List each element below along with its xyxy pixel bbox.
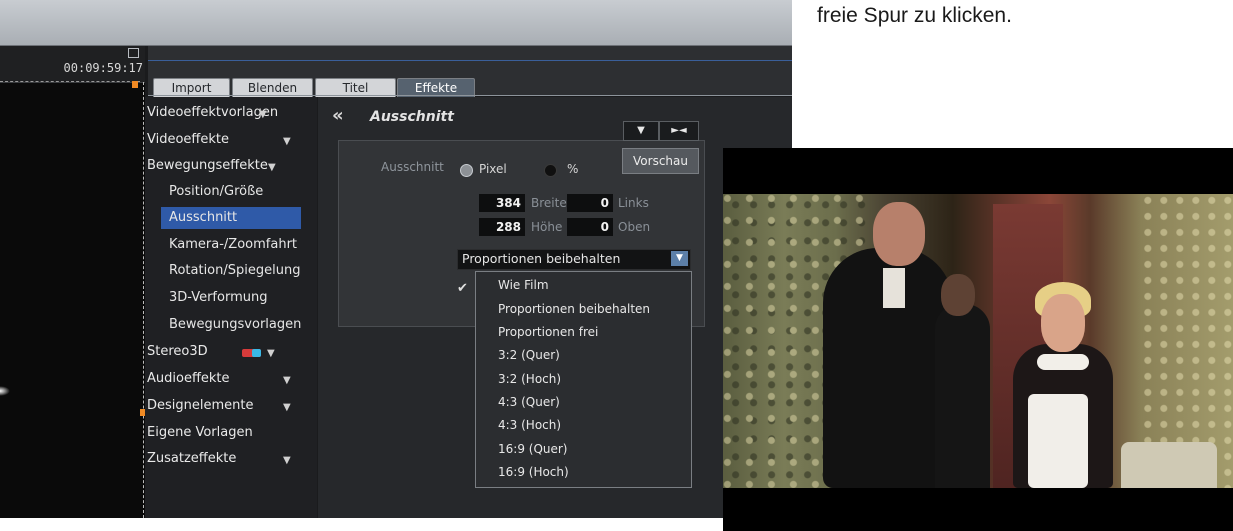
sub-ausschnitt[interactable]: Ausschnitt [169,210,237,225]
down-arrow-button[interactable]: ▼ [623,121,659,141]
maid-head [1041,294,1085,352]
chevron-down-icon[interactable]: ▼ [267,348,275,359]
maximize-icon[interactable] [128,48,139,58]
dropdown-option[interactable]: 4:3 (Hoch) [498,418,561,432]
stereo-glasses-icon [242,349,261,357]
percent-radio[interactable] [544,164,557,177]
timeline-ruler [0,81,140,82]
back-icon[interactable]: « [332,105,344,126]
playhead-marker[interactable] [132,81,138,88]
editor-window: 00:09:59:17 Import Blenden Titel Effekte… [0,0,792,518]
second-man-figure [935,304,990,488]
pixel-label: Pixel [479,162,507,176]
links-field[interactable]: 0 [567,194,613,212]
category-eigene-vorlagen[interactable]: Eigene Vorlagen [147,425,253,440]
video-preview [723,148,1233,531]
breite-field[interactable]: 384 [479,194,525,212]
second-man-head [941,274,975,316]
dropdown-option[interactable]: Wie Film [498,278,549,292]
preview-button[interactable]: Vorschau [622,148,699,174]
sub-3d-verformung[interactable]: 3D-Verformung [169,290,267,305]
header-divider [148,60,792,61]
maid-collar [1037,354,1089,370]
category-designelemente[interactable]: Designelemente [147,398,254,413]
sink [1121,442,1217,488]
chevron-down-icon[interactable]: ▼ [671,251,688,266]
chevron-down-icon[interactable]: ▼ [283,402,291,413]
man-head [873,202,925,266]
chevron-down-icon[interactable]: ▼ [283,136,291,147]
dropdown-option[interactable]: Proportionen beibehalten [498,302,650,316]
panel-title: Ausschnitt [370,109,454,125]
dropdown-option[interactable]: 3:2 (Hoch) [498,372,561,386]
checkmark-icon[interactable]: ✔ [457,281,468,296]
chevron-down-icon[interactable]: ▼ [283,375,291,386]
aspect-select-value: Proportionen beibehalten [462,251,621,266]
dropdown-option[interactable]: 16:9 (Hoch) [498,465,569,479]
maid-apron [1028,394,1088,488]
chevron-down-icon[interactable]: ▼ [283,455,291,466]
timeline-header: 00:09:59:17 [0,46,145,83]
man-shirt [883,268,905,308]
sub-rotation-spiegelung[interactable]: Rotation/Spiegelung [169,263,300,278]
chevron-down-icon[interactable]: ▼ [259,109,267,120]
category-zusatzeffekte[interactable]: Zusatzeffekte [147,451,236,466]
links-label: Links [618,196,649,210]
aspect-dropdown-list: Wie Film Proportionen beibehalten Propor… [475,271,692,488]
dropdown-option[interactable]: 16:9 (Quer) [498,442,568,456]
category-videoeffekte[interactable]: Videoeffekte [147,132,229,147]
pixel-radio[interactable] [460,164,473,177]
hoehe-field[interactable]: 288 [479,218,525,236]
breite-label: Breite [531,196,567,210]
oben-field[interactable]: 0 [567,218,613,236]
dropdown-option[interactable]: Proportionen frei [498,325,598,339]
tab-underline [148,95,792,96]
timeline-panel: 00:09:59:17 [0,46,146,518]
ausschnitt-label: Ausschnitt [381,160,444,174]
category-stereo3d[interactable]: Stereo3D [147,344,208,359]
top-toolbar [0,0,792,46]
oben-label: Oben [618,220,651,234]
sub-kamera-zoomfahrt[interactable]: Kamera-/Zoomfahrt [169,237,297,252]
hoehe-label: Höhe [531,220,563,234]
playhead-line [143,82,144,518]
chevron-down-icon[interactable]: ▼ [268,162,276,173]
timecode: 00:09:59:17 [63,61,143,75]
collapse-button[interactable]: ►◄ [659,121,699,141]
video-frame [723,194,1233,488]
video-glow [0,386,10,396]
effect-categories: Videoeffektvorlagen ▼ Videoeffekte ▼ Bew… [145,97,317,518]
document-text: freie Spur zu klicken. [817,4,1012,27]
sub-bewegungsvorlagen[interactable]: Bewegungsvorlagen [169,317,301,332]
percent-label: % [567,162,579,176]
sub-position-groesse[interactable]: Position/Größe [169,184,263,199]
aspect-select[interactable]: Proportionen beibehalten ▼ [457,249,691,270]
category-bewegungseffekte[interactable]: Bewegungseffekte [147,158,268,173]
category-audioeffekte[interactable]: Audioeffekte [147,371,230,386]
dropdown-option[interactable]: 4:3 (Quer) [498,395,560,409]
dropdown-option[interactable]: 3:2 (Quer) [498,348,560,362]
tab-header: Import Blenden Titel Effekte [148,46,792,97]
